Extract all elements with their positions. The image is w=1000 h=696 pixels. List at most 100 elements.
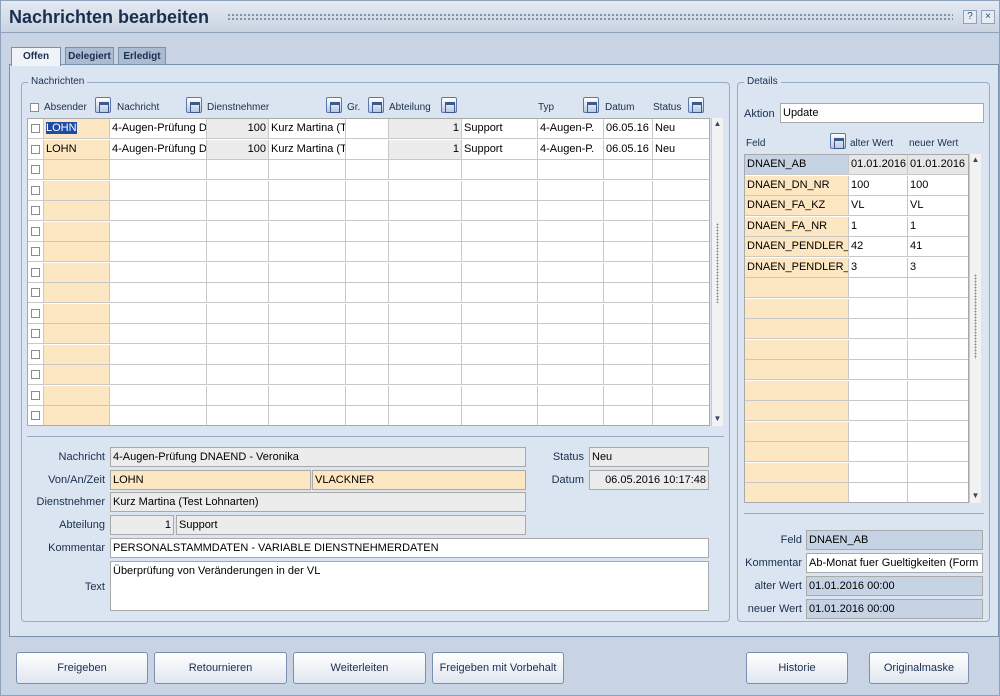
scroll-grip[interactable] bbox=[716, 223, 719, 303]
details-cell[interactable]: 100 bbox=[849, 175, 908, 196]
details-cell[interactable] bbox=[745, 339, 849, 360]
table-cell[interactable] bbox=[110, 221, 207, 242]
table-cell[interactable]: Kurz Martina (TANG bbox=[269, 119, 346, 139]
table-cell[interactable]: 06.05.16 bbox=[604, 139, 653, 160]
table-cell[interactable] bbox=[653, 221, 709, 242]
details-cell[interactable] bbox=[908, 462, 968, 483]
freigeben-button[interactable]: Freigeben bbox=[16, 652, 148, 684]
table-cell[interactable] bbox=[207, 160, 269, 180]
row-checkbox-cell[interactable] bbox=[28, 139, 44, 160]
row-checkbox-cell[interactable] bbox=[28, 221, 44, 242]
row-checkbox-cell[interactable] bbox=[28, 324, 44, 344]
table-cell[interactable] bbox=[110, 406, 207, 425]
table-cell[interactable] bbox=[207, 221, 269, 242]
table-cell[interactable] bbox=[207, 344, 269, 365]
table-cell[interactable] bbox=[346, 262, 389, 283]
details-cell[interactable]: 42 bbox=[849, 237, 908, 257]
details-cell[interactable]: 100 bbox=[908, 175, 968, 196]
table-cell[interactable]: LOHN bbox=[44, 139, 110, 160]
table-cell[interactable]: 4-Augen-Prüfung D bbox=[110, 139, 207, 160]
table-cell[interactable] bbox=[538, 385, 604, 406]
table-cell[interactable] bbox=[110, 180, 207, 201]
details-cell[interactable]: DNAEN_PENDLER_T bbox=[745, 257, 849, 278]
tab-erledigt[interactable]: Erledigt bbox=[118, 47, 166, 65]
freigeben-mit-vorbehalt-button[interactable]: Freigeben mit Vorbehalt bbox=[432, 652, 564, 684]
table-cell[interactable] bbox=[44, 365, 110, 385]
table-cell[interactable] bbox=[653, 242, 709, 262]
row-checkbox[interactable] bbox=[31, 288, 40, 297]
table-cell[interactable] bbox=[269, 242, 346, 262]
table-cell[interactable] bbox=[389, 324, 462, 344]
details-cell[interactable]: DNAEN_DN_NR bbox=[745, 175, 849, 196]
table-cell[interactable] bbox=[44, 180, 110, 201]
table-cell[interactable] bbox=[653, 365, 709, 385]
table-cell[interactable] bbox=[604, 160, 653, 180]
table-cell[interactable] bbox=[389, 242, 462, 262]
table-cell[interactable] bbox=[653, 303, 709, 324]
help-button[interactable]: ? bbox=[963, 10, 977, 24]
table-cell[interactable] bbox=[207, 180, 269, 201]
table-cell[interactable] bbox=[110, 201, 207, 221]
details-cell[interactable]: 1 bbox=[908, 216, 968, 237]
table-cell[interactable] bbox=[44, 324, 110, 344]
details-cell[interactable] bbox=[849, 298, 908, 319]
table-cell[interactable] bbox=[44, 242, 110, 262]
details-cell[interactable]: 01.01.2016 bbox=[908, 155, 968, 175]
kommentar-field[interactable]: PERSONALSTAMMDATEN - VARIABLE DIENSTNEHM… bbox=[110, 538, 709, 558]
table-cell[interactable] bbox=[346, 344, 389, 365]
table-cell[interactable] bbox=[346, 160, 389, 180]
table-cell[interactable] bbox=[44, 283, 110, 303]
table-cell[interactable] bbox=[653, 385, 709, 406]
table-cell[interactable] bbox=[346, 221, 389, 242]
col-absender[interactable]: Absender bbox=[44, 102, 87, 113]
row-checkbox[interactable] bbox=[31, 349, 40, 359]
table-cell[interactable] bbox=[653, 406, 709, 425]
table-cell[interactable] bbox=[44, 385, 110, 406]
dienstnehmer-field[interactable]: Kurz Martina (Test Lohnarten) bbox=[110, 492, 526, 512]
scroll-grip[interactable] bbox=[974, 274, 977, 359]
table-cell[interactable] bbox=[269, 303, 346, 324]
table-cell[interactable] bbox=[538, 344, 604, 365]
row-checkbox-cell[interactable] bbox=[28, 283, 44, 303]
details-cell[interactable] bbox=[849, 483, 908, 502]
table-cell[interactable] bbox=[389, 283, 462, 303]
table-cell[interactable] bbox=[389, 160, 462, 180]
table-cell[interactable] bbox=[110, 262, 207, 283]
row-checkbox[interactable] bbox=[31, 308, 40, 318]
originalmaske-button[interactable]: Originalmaske bbox=[869, 652, 969, 684]
table-cell[interactable] bbox=[346, 201, 389, 221]
table-cell[interactable] bbox=[538, 365, 604, 385]
table-cell[interactable] bbox=[389, 180, 462, 201]
col-status[interactable]: Status bbox=[653, 102, 681, 113]
details-cell[interactable]: 3 bbox=[908, 257, 968, 278]
details-cell[interactable] bbox=[745, 319, 849, 339]
select-all-checkbox[interactable] bbox=[30, 103, 39, 112]
table-cell[interactable] bbox=[269, 344, 346, 365]
table-cell[interactable] bbox=[538, 160, 604, 180]
table-cell[interactable]: Support bbox=[462, 119, 538, 139]
abteilung-nr-field[interactable]: 1 bbox=[110, 515, 174, 535]
details-cell[interactable] bbox=[908, 319, 968, 339]
table-cell[interactable]: LOHN bbox=[44, 119, 110, 139]
col-nachricht[interactable]: Nachricht bbox=[117, 102, 159, 113]
details-cell[interactable] bbox=[908, 421, 968, 442]
table-cell[interactable] bbox=[207, 201, 269, 221]
scroll-down-icon[interactable]: ▼ bbox=[712, 413, 723, 425]
table-cell[interactable] bbox=[604, 283, 653, 303]
details-cell[interactable] bbox=[908, 360, 968, 380]
details-cell[interactable] bbox=[849, 278, 908, 298]
table-cell[interactable] bbox=[44, 344, 110, 365]
table-cell[interactable] bbox=[462, 283, 538, 303]
table-cell[interactable]: 4-Augen-P. bbox=[538, 119, 604, 139]
col-datum[interactable]: Datum bbox=[605, 102, 634, 113]
details-cell[interactable]: VL bbox=[908, 196, 968, 216]
table-cell[interactable] bbox=[207, 406, 269, 425]
details-cell[interactable]: DNAEN_PENDLER_I bbox=[745, 237, 849, 257]
table-cell[interactable] bbox=[110, 303, 207, 324]
table-cell[interactable] bbox=[462, 344, 538, 365]
table-cell[interactable] bbox=[207, 303, 269, 324]
calendar-icon[interactable] bbox=[95, 97, 111, 113]
table-cell[interactable] bbox=[346, 385, 389, 406]
table-cell[interactable] bbox=[604, 201, 653, 221]
calendar-icon[interactable] bbox=[368, 97, 384, 113]
